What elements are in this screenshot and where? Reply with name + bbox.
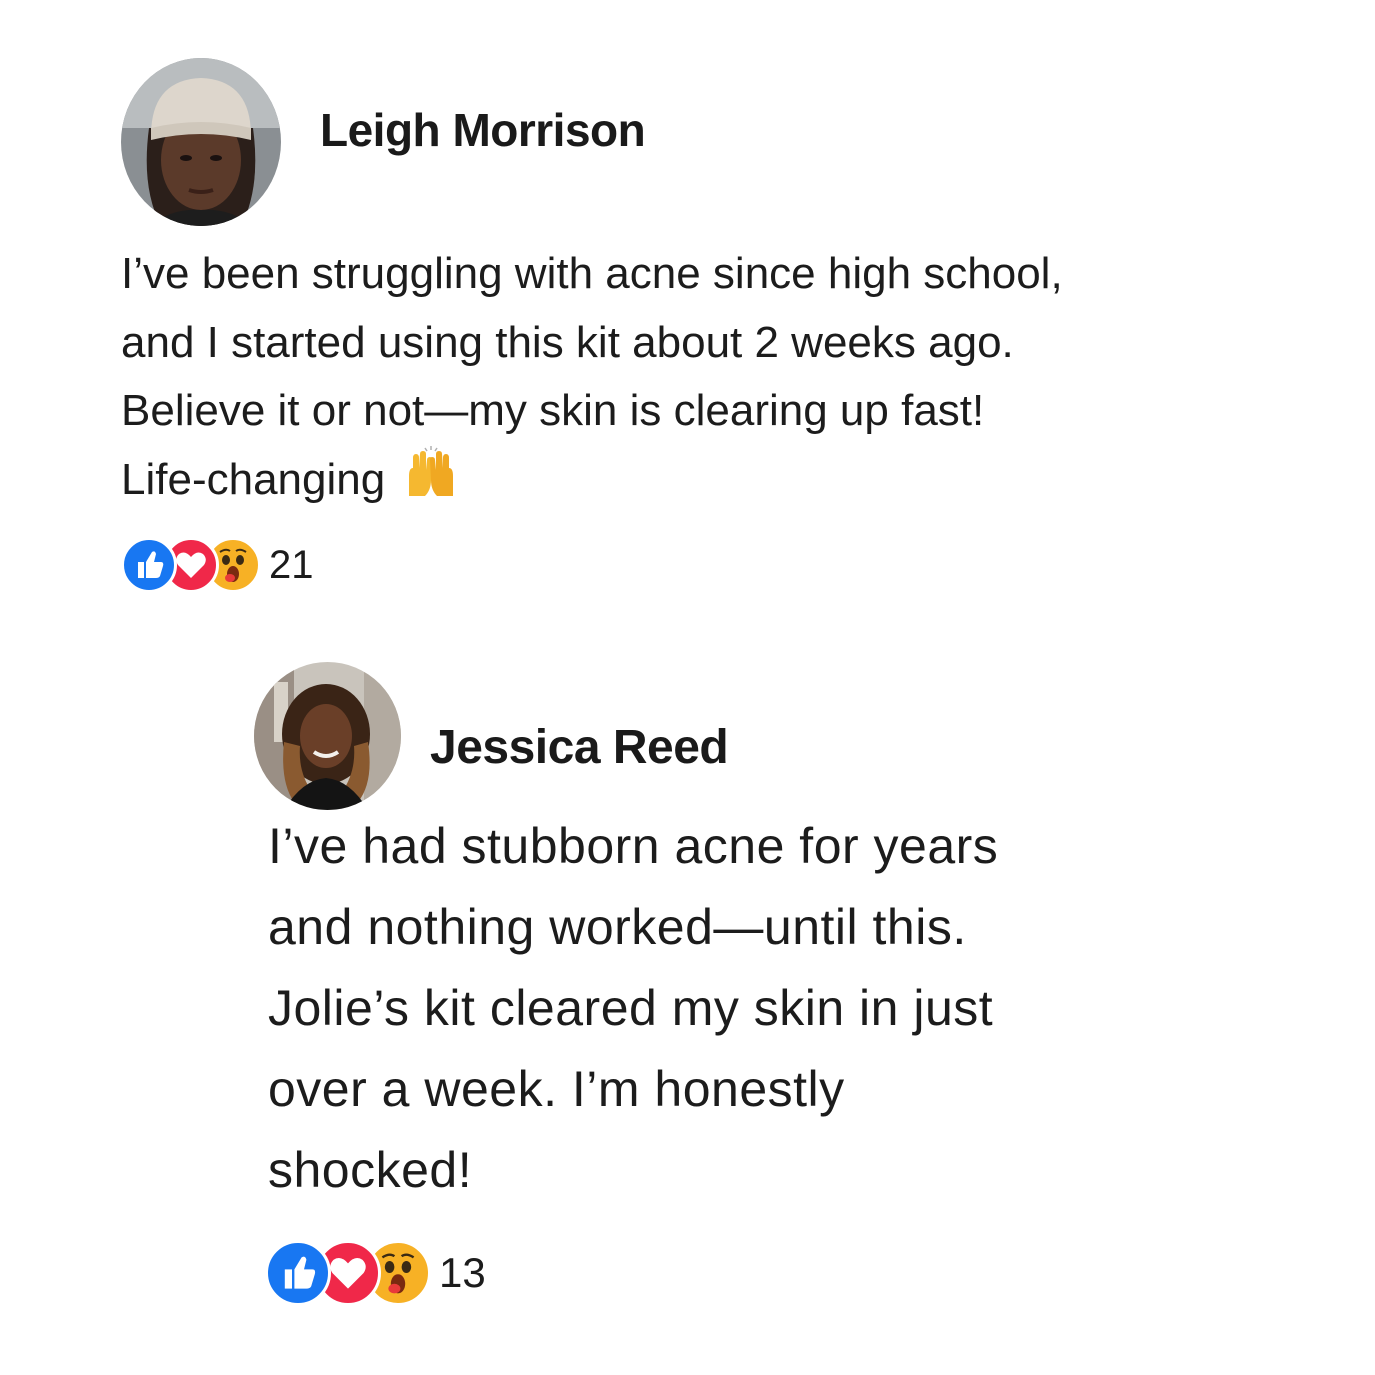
comment-line: Jolie’s kit cleared my skin in just — [268, 980, 994, 1036]
comment-line: shocked! — [268, 1142, 473, 1198]
reactions-bar[interactable]: 21 — [121, 537, 314, 593]
like-reaction-icon[interactable] — [121, 537, 177, 593]
avatar[interactable] — [121, 58, 281, 226]
reaction-count[interactable]: 13 — [439, 1249, 486, 1297]
comment-leigh-morrison: Leigh Morrison I’ve been struggling with… — [0, 0, 1375, 620]
reactions-bar[interactable]: 13 — [265, 1240, 486, 1306]
avatar[interactable] — [254, 662, 401, 810]
comment-line: Life-changing — [121, 454, 386, 504]
author-name[interactable]: Leigh Morrison — [320, 100, 646, 160]
reaction-count[interactable]: 21 — [269, 543, 314, 588]
comment-line: Believe it or not—my skin is clearing up… — [121, 386, 985, 435]
raising-hands-emoji — [403, 445, 459, 502]
comment-jessica-reed: Jessica Reed I’ve had stubborn acne for … — [0, 620, 1375, 1375]
comment-line: I’ve been struggling with acne since hig… — [121, 249, 1063, 298]
comment-line: and nothing worked—until this. — [268, 899, 967, 955]
comment-text: I’ve had stubborn acne for years and not… — [268, 806, 998, 1211]
comment-line-last: Life-changing — [121, 445, 1063, 515]
comment-line: I’ve had stubborn acne for years — [268, 818, 999, 874]
author-name[interactable]: Jessica Reed — [430, 718, 729, 778]
comment-line: over a week. I’m honestly — [268, 1061, 845, 1117]
comment-line: and I started using this kit about 2 wee… — [121, 317, 1014, 367]
comment-text: I’ve been struggling with acne since hig… — [121, 240, 1063, 514]
like-reaction-icon[interactable] — [265, 1240, 331, 1306]
